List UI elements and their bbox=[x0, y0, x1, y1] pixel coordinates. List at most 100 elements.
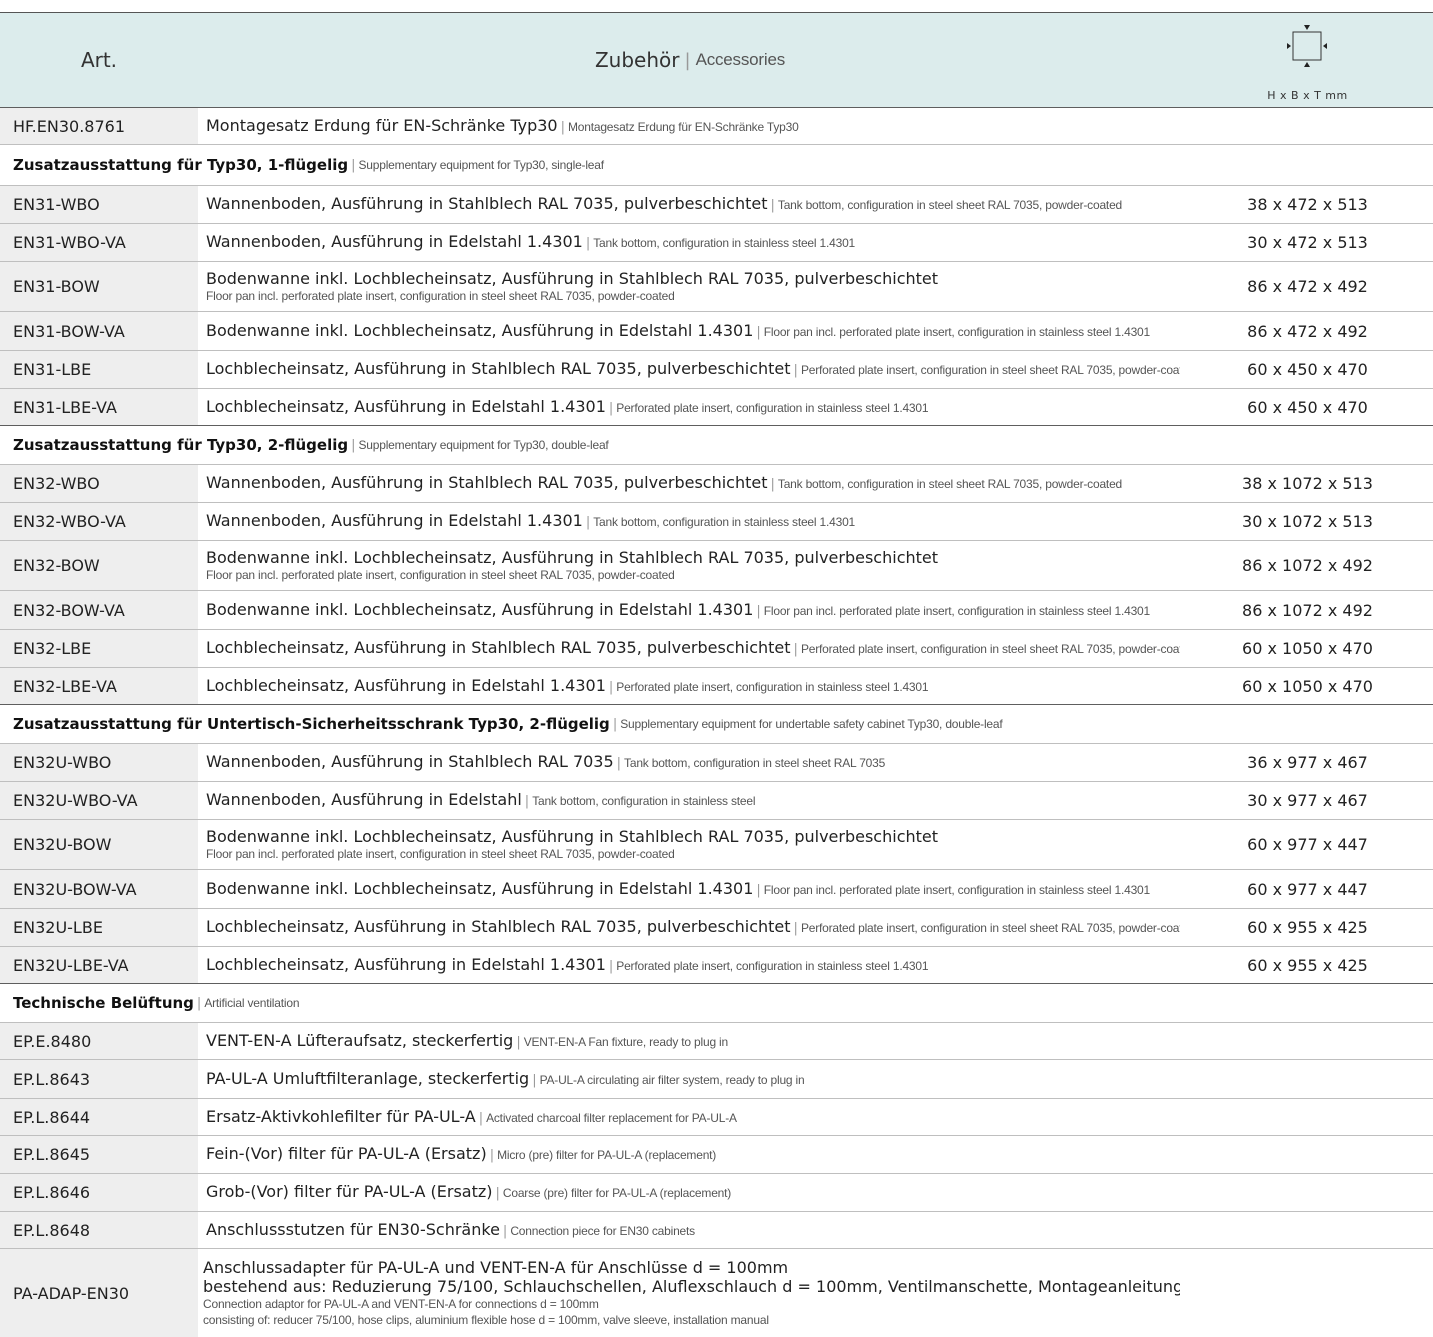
column-gap bbox=[1180, 312, 1182, 350]
description-en: Connection piece for EN30 cabinets bbox=[510, 1223, 695, 1238]
dimensions: 38 x 472 x 513 bbox=[1182, 186, 1433, 223]
column-gap bbox=[1180, 630, 1182, 667]
description-de: Bodenwanne inkl. Lochblecheinsatz, Ausfü… bbox=[206, 320, 754, 340]
dimensions: 86 x 1072 x 492 bbox=[1182, 591, 1433, 629]
table-row: EN31-LBE-VA Lochblecheinsatz, Ausführung … bbox=[0, 389, 1433, 425]
article-number: EN32-LBE bbox=[0, 630, 198, 667]
table-row: EN32U-WBO-VA Wannenboden, Ausführung in E… bbox=[0, 782, 1433, 819]
column-gap bbox=[198, 224, 200, 261]
description-de: Wannenboden, Ausführung in Stahlblech RA… bbox=[206, 194, 768, 213]
description-line: Bodenwanne inkl. Lochblecheinsatz, Ausfü… bbox=[206, 321, 1180, 342]
description-de: Lochblecheinsatz, Ausführung in Stahlble… bbox=[206, 638, 791, 657]
separator: | bbox=[489, 1148, 495, 1163]
separator: | bbox=[608, 400, 614, 416]
column-gap bbox=[1180, 591, 1182, 629]
description-line: Wannenboden, Ausführung in Stahlblech RA… bbox=[206, 194, 1180, 215]
table-row: EN32-WBO-VA Wannenboden, Ausführung in Ed… bbox=[0, 503, 1433, 540]
description-en: Floor pan incl. perforated plate insert,… bbox=[763, 603, 1151, 618]
dimensions: 86 x 472 x 492 bbox=[1182, 312, 1433, 350]
column-gap bbox=[198, 947, 200, 983]
description-en: Tank bottom, configuration in steel shee… bbox=[624, 756, 886, 770]
article-number: EN32U-BOW-VA bbox=[0, 870, 198, 908]
column-gap bbox=[198, 262, 200, 311]
description-line: Lochblecheinsatz, Ausführung in Edelstah… bbox=[206, 397, 1180, 418]
separator: | bbox=[524, 794, 530, 809]
column-gap bbox=[198, 1023, 200, 1059]
dimensions bbox=[1182, 108, 1433, 144]
description-en: Perforated plate insert, configuration i… bbox=[616, 400, 929, 415]
description-de: Wannenboden, Ausführung in Stahlblech RA… bbox=[206, 752, 614, 771]
description-line: Anschlussstutzen für EN30-Schränke | Conne… bbox=[206, 1220, 1180, 1241]
description-de: Lochblecheinsatz, Ausführung in Stahlble… bbox=[206, 917, 791, 936]
column-gap bbox=[1180, 389, 1182, 425]
description-line: Wannenboden, Ausführung in Edelstahl 1.4… bbox=[206, 511, 1180, 532]
article-number: EN31-LBE bbox=[0, 351, 198, 388]
description-de: PA-UL-A Umluftfilteranlage, steckerferti… bbox=[206, 1068, 530, 1088]
description-en: Tank bottom, configuration in stainless … bbox=[593, 515, 856, 529]
column-gap bbox=[198, 389, 200, 425]
description-en: Activated charcoal filter replacement fo… bbox=[486, 1110, 737, 1125]
description: Bodenwanne inkl. Lochblecheinsatz, Ausfü… bbox=[200, 820, 1180, 869]
description-de: Bodenwanne inkl. Lochblecheinsatz, Ausfü… bbox=[206, 269, 939, 288]
description: Bodenwanne inkl. Lochblecheinsatz, Ausfü… bbox=[200, 312, 1180, 350]
description-line: Bodenwanne inkl. Lochblecheinsatz, Ausfü… bbox=[206, 879, 1180, 900]
section-title-en: Supplementary equipment for undertable s… bbox=[620, 717, 1003, 731]
description-en: Floor pan incl. perforated plate insert,… bbox=[206, 289, 675, 303]
description-line: Fein-(Vor) filter für PA-UL-A (Ersatz) | M… bbox=[206, 1144, 1180, 1165]
column-gap bbox=[1180, 186, 1182, 223]
description-de: Lochblecheinsatz, Ausführung in Edelstah… bbox=[206, 954, 606, 974]
column-gap bbox=[1180, 108, 1182, 144]
column-gap bbox=[198, 351, 200, 388]
description-de: Lochblecheinsatz, Ausführung in Stahlble… bbox=[206, 359, 791, 378]
table-row: EP.E.8480 VENT-EN-A Lüfteraufsatz, stecke… bbox=[0, 1023, 1433, 1059]
description-en: Perforated plate insert, configuration i… bbox=[800, 642, 1196, 656]
dimensions bbox=[1182, 1249, 1433, 1337]
table-row: EN31-BOW-VA Bodenwanne inkl. Lochblechein… bbox=[0, 312, 1433, 350]
column-gap bbox=[1180, 1212, 1182, 1248]
separator: | bbox=[608, 958, 614, 974]
section-title-en: Artificial ventilation bbox=[204, 996, 300, 1010]
description-de-2: bestehend aus: Reduzierung 75/100, Schla… bbox=[203, 1277, 1184, 1296]
column-gap bbox=[1180, 1099, 1182, 1135]
description-line: Grob-(Vor) filter für PA-UL-A (Ersatz) | C… bbox=[206, 1182, 1180, 1203]
description-de: Montagesatz Erdung für EN-Schränke Typ30 bbox=[206, 115, 558, 135]
column-gap bbox=[1180, 668, 1182, 704]
article-number: EN31-WBO bbox=[0, 186, 198, 223]
separator: | bbox=[770, 477, 775, 492]
header-accessories-de: Zubehör bbox=[594, 48, 680, 72]
dimensions: 30 x 1072 x 513 bbox=[1182, 503, 1433, 540]
article-number: EN32U-BOW bbox=[0, 820, 198, 869]
description-de: Wannenboden, Ausführung in Edelstahl 1.4… bbox=[206, 511, 583, 530]
description-en: Perforated plate insert, configuration i… bbox=[616, 679, 929, 694]
separator: | bbox=[532, 1072, 537, 1088]
column-gap bbox=[1180, 351, 1182, 388]
column-gap bbox=[198, 186, 200, 223]
column-gap bbox=[198, 744, 200, 781]
description: Grob-(Vor) filter für PA-UL-A (Ersatz) | C… bbox=[200, 1174, 1180, 1211]
column-gap bbox=[198, 465, 200, 502]
article-number: EN32U-LBE bbox=[0, 909, 198, 946]
column-gap bbox=[1180, 1174, 1182, 1211]
table-row: EN32-WBO Wannenboden, Ausführung in Stahl… bbox=[0, 465, 1433, 502]
dimensions: 60 x 955 x 425 bbox=[1182, 947, 1433, 983]
dimensions: 86 x 1072 x 492 bbox=[1182, 541, 1433, 590]
dimensions bbox=[1182, 1174, 1433, 1211]
table-row: EN32-BOW Bodenwanne inkl. Lochblecheinsat… bbox=[0, 541, 1433, 590]
dimensions: 86 x 472 x 492 bbox=[1182, 262, 1433, 311]
table-row: EN32U-BOW Bodenwanne inkl. Lochblecheinsa… bbox=[0, 820, 1433, 869]
description-de: Lochblecheinsatz, Ausführung in Edelstah… bbox=[206, 396, 606, 416]
article-number: EN31-BOW bbox=[0, 262, 198, 311]
section-heading: Technische Belüftung | Artificial ventilat… bbox=[0, 984, 1433, 1022]
article-number: EN32-LBE-VA bbox=[0, 668, 198, 704]
description-en: Perforated plate insert, configuration i… bbox=[616, 958, 929, 973]
column-gap bbox=[198, 591, 200, 629]
description: Lochblecheinsatz, Ausführung in Stahlble… bbox=[200, 630, 1196, 667]
table-row: EN32-BOW-VA Bodenwanne inkl. Lochblechein… bbox=[0, 591, 1433, 629]
description-en: Coarse (pre) filter for PA-UL-A (replace… bbox=[502, 1186, 732, 1200]
description: Anschlussstutzen für EN30-Schränke | Conne… bbox=[200, 1212, 1180, 1248]
column-gap bbox=[1180, 820, 1182, 869]
description-line: Wannenboden, Ausführung in Edelstahl | Tan… bbox=[206, 790, 1180, 811]
column-gap bbox=[198, 1099, 200, 1135]
description-en: Perforated plate insert, configuration i… bbox=[800, 921, 1196, 935]
table-row: EP.L.8644 Ersatz-Aktivkohlefilter für PA-… bbox=[0, 1099, 1433, 1135]
